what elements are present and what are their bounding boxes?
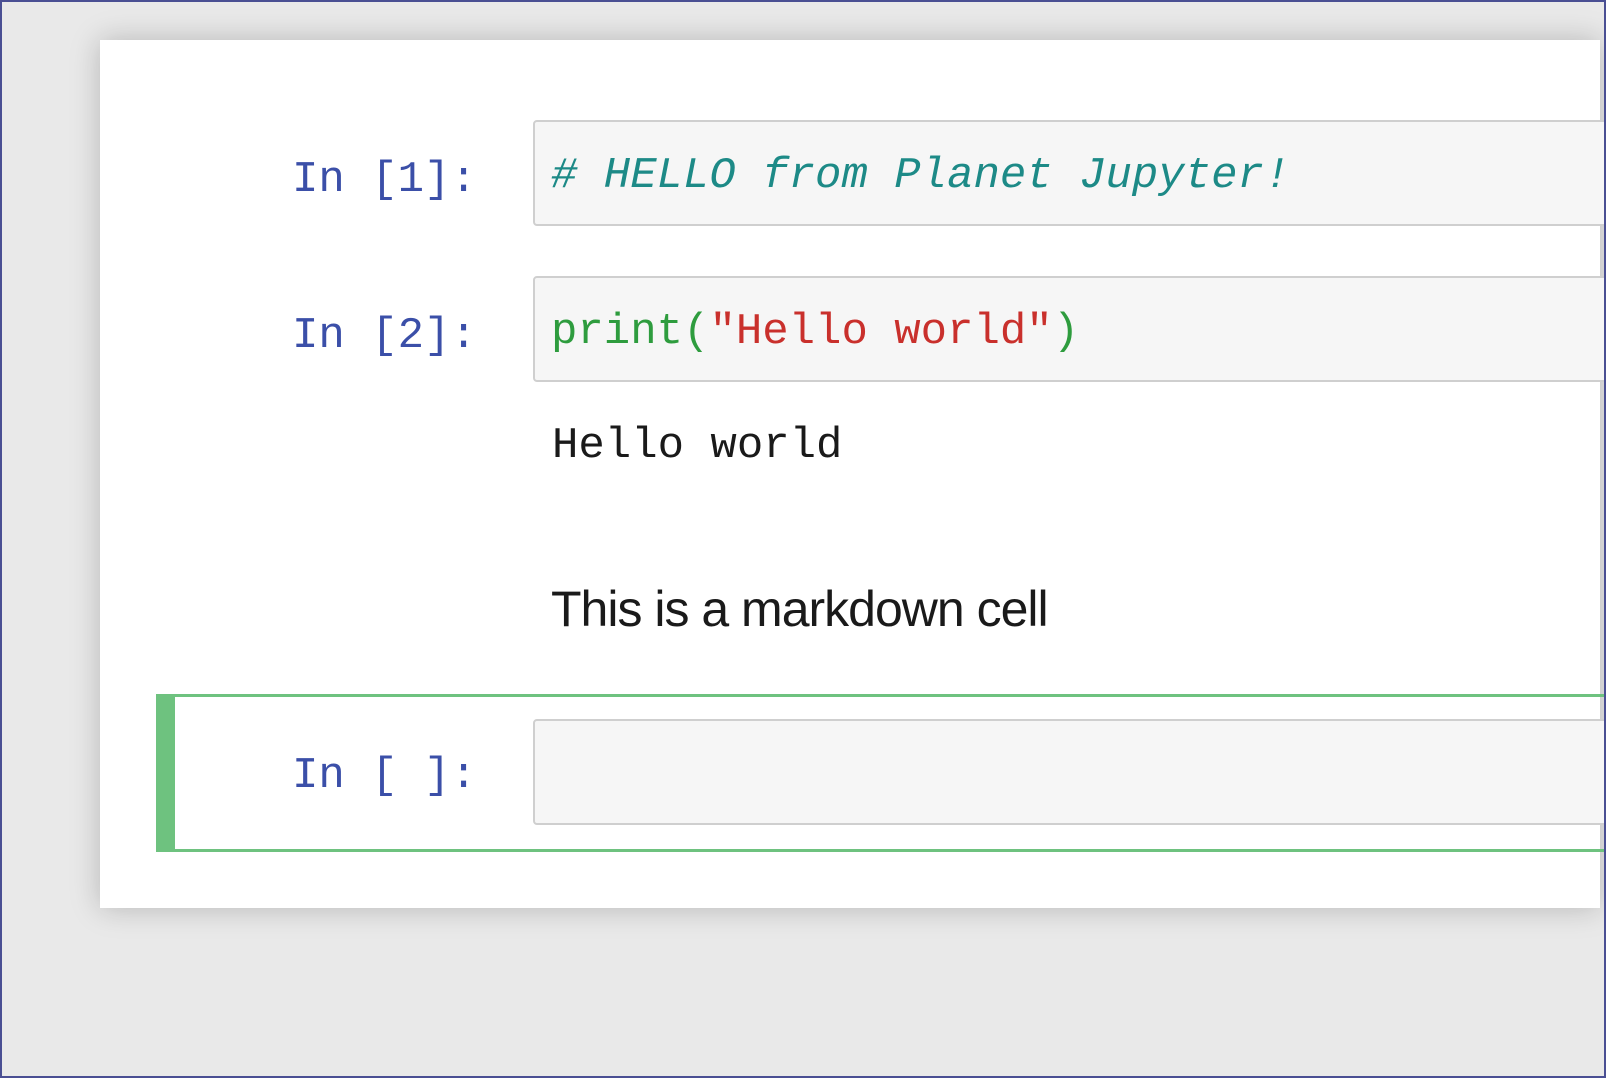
code-string: "Hello world" [709, 307, 1053, 357]
notebook-panel: In [1]: # HELLO from Planet Jupyter! In … [100, 40, 1606, 908]
cell-2-output: Hello world [552, 421, 843, 471]
cell-1-input[interactable]: # HELLO from Planet Jupyter! [533, 120, 1606, 226]
cell-3-prompt: In [ ]: [292, 751, 477, 801]
markdown-text: This is a markdown cell [551, 581, 1049, 637]
print-keyword: print( [551, 307, 710, 357]
cell-3-input[interactable] [533, 719, 1606, 825]
cell-1-prompt: In [1]: [292, 155, 477, 205]
cell-2-prompt: In [2]: [292, 311, 477, 361]
cell-2-code: print("Hello world") [551, 310, 1079, 354]
code-close-paren: ) [1052, 307, 1080, 357]
cell-2-input[interactable]: print("Hello world") [533, 276, 1606, 382]
cell-1-comment: # HELLO from Planet Jupyter! [551, 151, 1291, 201]
